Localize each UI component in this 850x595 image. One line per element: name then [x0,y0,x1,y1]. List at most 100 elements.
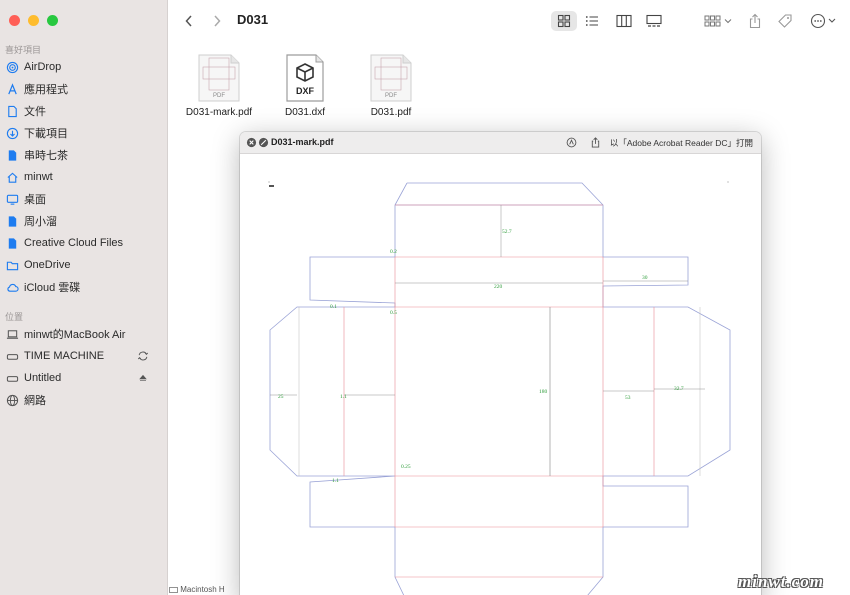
tag-icon [778,14,792,28]
dimension-label: 32.7 [674,386,684,392]
sidebar-item-time-machine[interactable]: TIME MACHINE [0,345,168,367]
sidebar-item-folder-2[interactable]: 周小溜 [0,210,168,232]
fullscreen-icon[interactable] [258,137,269,148]
sidebar-item-network[interactable]: 網路 [0,389,168,411]
list-view-button[interactable] [581,11,603,31]
quick-look-titlebar: D031-mark.pdf 以「Adobe Acrobat Reader DC」… [240,132,761,154]
path-label: Macintosh H [180,585,225,594]
chevron-left-icon [185,15,192,27]
sidebar-item-label: minwt [24,171,53,183]
zoom-window-button[interactable] [47,15,58,26]
quick-look-window: D031-mark.pdf 以「Adobe Acrobat Reader DC」… [240,132,761,595]
desktop-icon [6,194,19,205]
dimension-label: 30 [642,275,648,281]
sidebar-item-label: 網路 [24,395,46,407]
pdf-file-icon: PDF [370,54,412,102]
watermark: minwt.com [738,572,824,591]
drive-icon [169,586,178,593]
file-name: D031-mark.pdf [185,107,253,118]
file-name: D031.dxf [284,107,326,118]
dimension-label: 1.1 [332,478,339,484]
sidebar-item-label: Untitled [24,372,62,384]
dimension-label: 0.2 [390,249,397,255]
dimension-label: 0.25 [401,464,411,470]
group-by-button[interactable] [703,11,735,31]
globe-icon [6,394,19,406]
sidebar-item-label: 下載項目 [24,128,68,140]
sidebar-item-label: Creative Cloud Files [24,237,124,249]
group-icon [704,15,732,27]
locations-list: minwt的MacBook Air TIME MACHINE Untitled … [0,323,168,411]
favorites-list: AirDrop 應用程式 文件 下載項目 串時七茶 minwt 桌面 周小溜 C… [0,56,168,298]
sidebar-item-label: minwt的MacBook Air [24,329,126,341]
file-kind-label: PDF [213,93,225,99]
dimension-label: 52.7 [502,229,512,235]
close-window-button[interactable] [9,15,20,26]
pdf-document: 52.7 0.2 30 220 0.1 0.5 25 1.1 180 53 32… [240,155,761,595]
list-icon [585,16,598,26]
toolbar: D031 [169,0,850,42]
dimension-label: 0.5 [390,310,397,316]
path-bar[interactable]: Macintosh H [169,585,249,595]
laptop-icon [6,329,19,339]
markup-icon[interactable] [566,137,577,148]
sidebar-item-label: 周小溜 [24,216,57,228]
dxf-file-icon: DXF [286,54,324,102]
chevron-right-icon [214,15,221,27]
sidebar-item-label: iCloud 雲碟 [24,282,81,294]
dimension-label: 25 [278,394,284,400]
open-with-button[interactable]: 以「Adobe Acrobat Reader DC」打開 [610,137,753,149]
sidebar-item-label: AirDrop [24,61,62,73]
share-button[interactable] [745,11,765,31]
column-view-button[interactable] [613,11,635,31]
window-controls [9,15,58,26]
tags-button[interactable] [775,11,795,31]
dimension-label: 53 [625,395,631,401]
cloud-icon [7,283,19,292]
sidebar: 喜好項目 AirDrop 應用程式 文件 下載項目 串時七茶 minwt 桌面 [0,0,168,595]
sidebar-item-home[interactable]: minwt [0,166,168,188]
share-icon[interactable] [590,137,601,148]
dimension-label: 0.1 [330,304,337,310]
sidebar-item-label: 文件 [24,106,46,118]
dimension-label: 1.1 [340,394,347,400]
sidebar-item-onedrive[interactable]: OneDrive [0,254,168,276]
file-item-d031-dxf[interactable]: DXF D031.dxf [260,54,350,118]
file-name: D031.pdf [370,107,412,118]
file-icon [8,237,17,249]
sidebar-item-creative-cloud[interactable]: Creative Cloud Files [0,232,168,254]
sidebar-item-desktop[interactable]: 桌面 [0,188,168,210]
sidebar-item-airdrop[interactable]: AirDrop [0,56,168,78]
file-item-d031-mark-pdf[interactable]: PDF D031-mark.pdf [174,54,264,118]
document-icon [8,105,17,117]
sidebar-item-untitled[interactable]: Untitled [0,367,168,389]
columns-icon [616,14,632,28]
more-actions-button[interactable] [809,11,839,31]
sidebar-item-label: 串時七茶 [24,150,68,162]
back-button[interactable] [181,11,197,31]
sidebar-item-label: TIME MACHINE [24,350,105,362]
window-title: D031 [237,12,269,27]
dimension-label: 220 [494,284,503,290]
preview-title: D031-mark.pdf [271,137,334,147]
sidebar-item-applications[interactable]: 應用程式 [0,78,168,100]
drive-icon [6,353,19,360]
folder-icon [6,261,19,270]
minimize-window-button[interactable] [28,15,39,26]
sidebar-item-folder-1[interactable]: 串時七茶 [0,144,168,166]
sidebar-item-downloads[interactable]: 下載項目 [0,122,168,144]
forward-button[interactable] [209,11,225,31]
file-item-d031-pdf[interactable]: PDF D031.pdf [346,54,436,118]
sidebar-item-macbook[interactable]: minwt的MacBook Air [0,323,168,345]
close-icon[interactable] [246,137,257,148]
home-icon [7,172,18,183]
sync-icon[interactable] [137,350,149,362]
sidebar-item-documents[interactable]: 文件 [0,100,168,122]
eject-icon[interactable] [137,372,149,384]
drive-icon [6,375,19,382]
gallery-view-button[interactable] [643,11,665,31]
pdf-file-icon: PDF [198,54,240,102]
sidebar-item-icloud[interactable]: iCloud 雲碟 [0,276,168,298]
icon-view-button[interactable] [551,11,577,31]
file-icon [8,149,17,161]
